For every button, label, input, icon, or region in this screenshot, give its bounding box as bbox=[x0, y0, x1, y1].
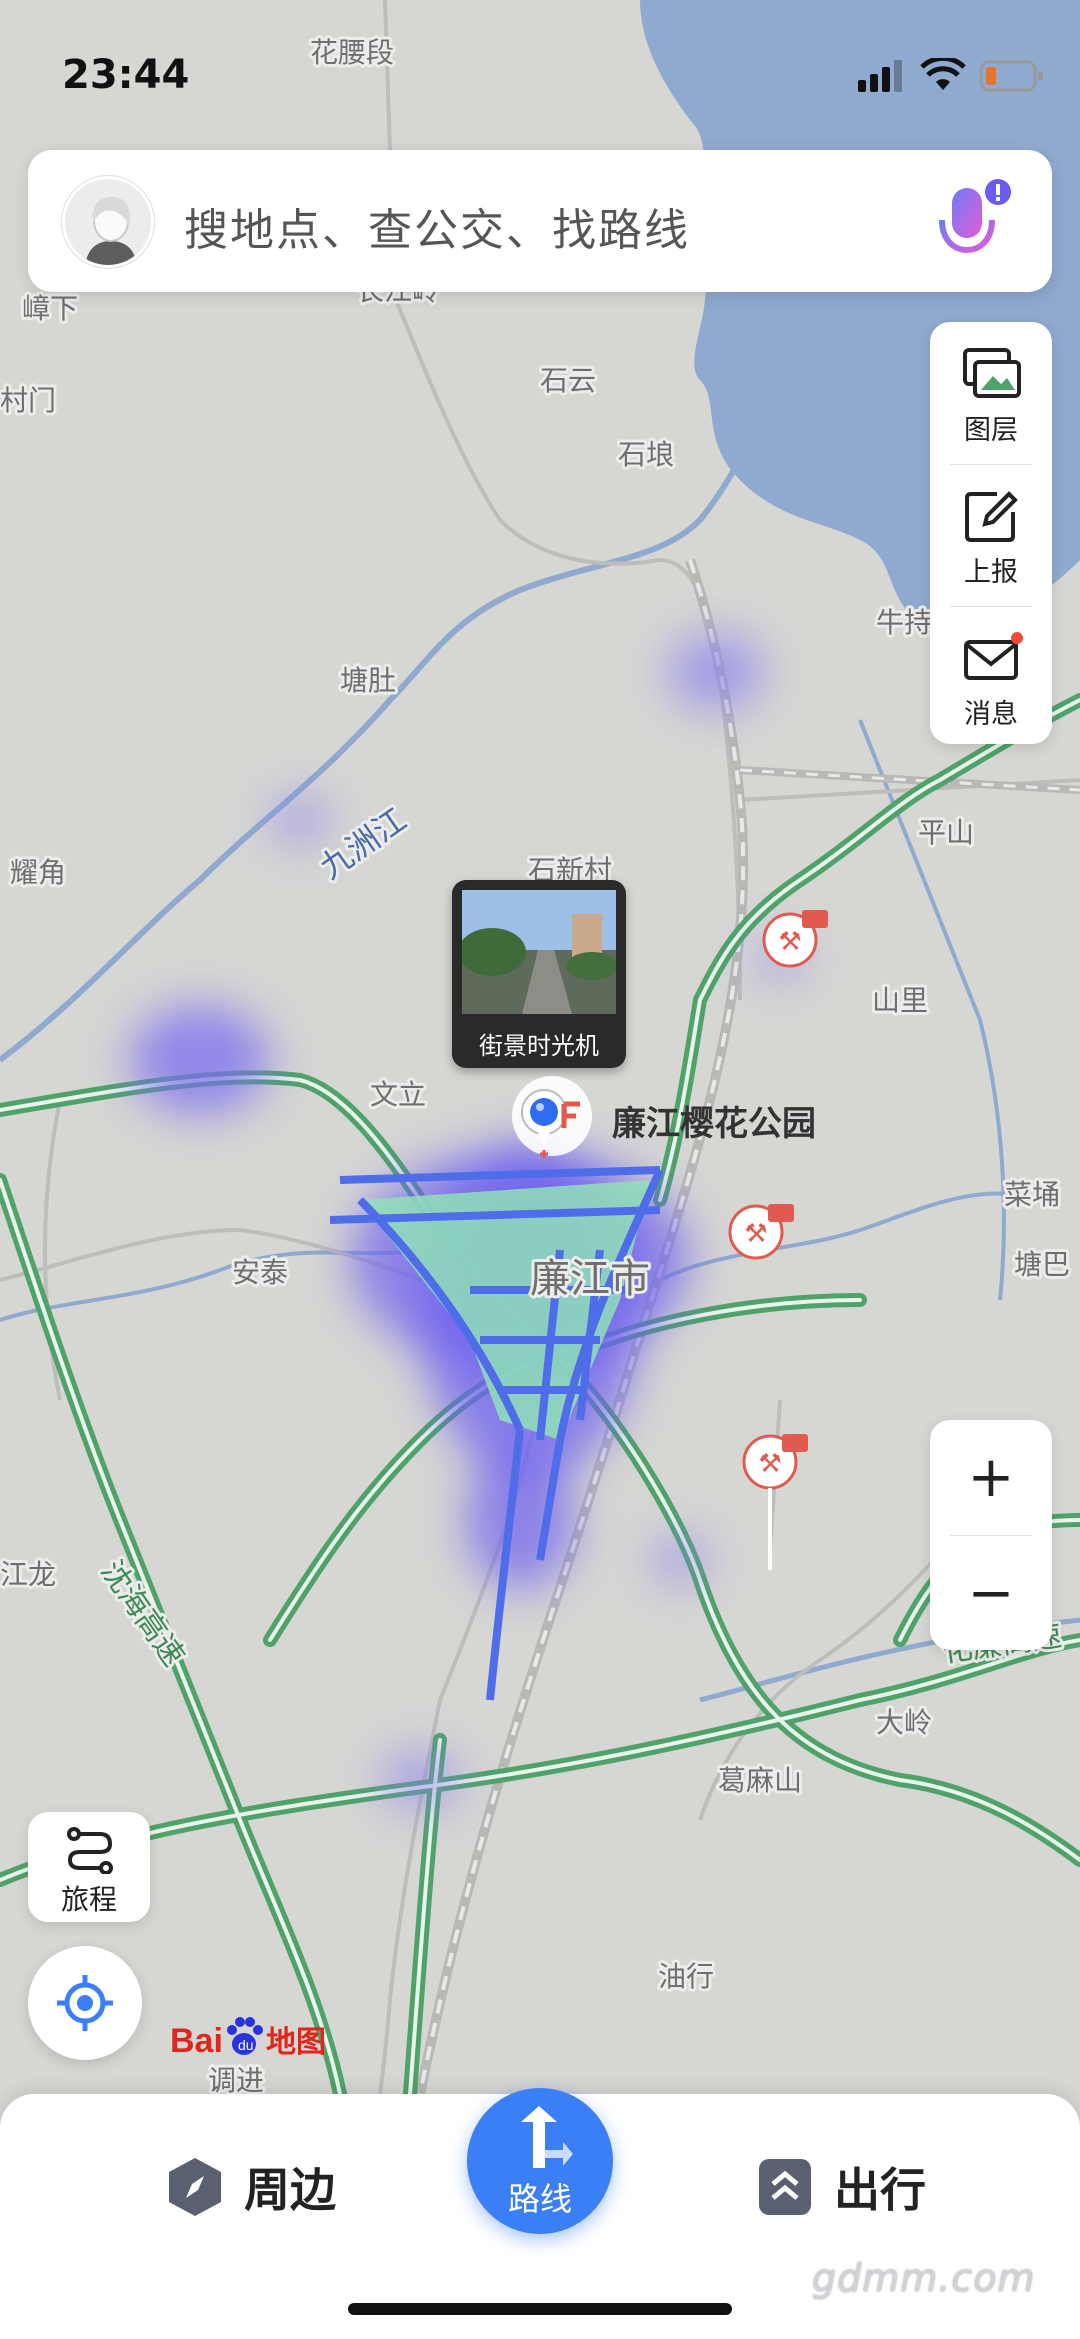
travel-button[interactable]: 出行 bbox=[756, 2152, 926, 2222]
zoom-in-button[interactable]: + bbox=[930, 1420, 1052, 1534]
compass-icon bbox=[169, 2158, 221, 2216]
label-tangdu: 塘肚 bbox=[340, 664, 396, 697]
location-pin[interactable] bbox=[508, 1072, 598, 1172]
status-time: 23:44 bbox=[62, 52, 190, 98]
wifi-icon bbox=[920, 58, 966, 90]
label-lianjiangshi: 廉江市 bbox=[530, 1256, 650, 1302]
label-niute: 牛持 bbox=[876, 606, 932, 639]
layers-label: 图层 bbox=[964, 415, 1018, 446]
street-view-label: 街景时光机 bbox=[479, 1032, 599, 1060]
crosshair-icon bbox=[57, 1975, 113, 2031]
route-arrow-icon bbox=[521, 2106, 573, 2168]
label-jianglong: 江龙 bbox=[0, 1558, 56, 1591]
microphone-icon bbox=[939, 179, 1011, 262]
street-view-thumbnail bbox=[462, 890, 616, 1014]
travel-label: 出行 bbox=[834, 2163, 926, 2217]
label-pingshan: 平山 bbox=[918, 816, 974, 849]
label-youxing: 油行 bbox=[658, 1960, 714, 1993]
svg-text:⚒: ⚒ bbox=[758, 1449, 781, 1479]
user-location-pin-icon bbox=[512, 1076, 592, 1158]
label-gemashan: 葛麻山 bbox=[718, 1764, 802, 1797]
report-button[interactable]: 上报 bbox=[930, 464, 1052, 604]
status-bar: 23:44 bbox=[0, 0, 1080, 150]
label-wenli: 文立 bbox=[370, 1078, 426, 1111]
locate-me-button[interactable] bbox=[28, 1946, 142, 2060]
map-tools-panel: 图层 上报 消息 bbox=[930, 322, 1052, 744]
search-bar[interactable]: 搜地点、查公交、找路线 bbox=[28, 150, 1052, 292]
label-antai: 安泰 bbox=[232, 1256, 288, 1289]
mail-icon bbox=[964, 632, 1023, 680]
trip-route-icon bbox=[67, 1827, 113, 1874]
street-view-card[interactable]: 街景时光机 bbox=[452, 880, 626, 1068]
label-shilang: 石埌 bbox=[618, 438, 674, 471]
label-tiaojin: 调进 bbox=[208, 2064, 264, 2097]
avatar-icon bbox=[65, 179, 151, 265]
label-daling: 大岭 bbox=[876, 1706, 932, 1739]
watermark: gdmm.com bbox=[812, 2256, 1036, 2300]
signal-icon bbox=[858, 60, 902, 92]
svg-text:⚒: ⚒ bbox=[778, 927, 801, 957]
nearby-label: 周边 bbox=[244, 2163, 336, 2217]
route-button[interactable]: 路线 bbox=[467, 2088, 613, 2234]
layers-button[interactable]: 图层 bbox=[930, 322, 1052, 462]
trip-button[interactable]: 旅程 bbox=[28, 1812, 150, 1922]
search-input[interactable]: 搜地点、查公交、找路线 bbox=[184, 194, 690, 258]
report-label: 上报 bbox=[964, 557, 1018, 588]
avatar[interactable] bbox=[62, 176, 154, 268]
label-shanli: 山里 bbox=[872, 984, 928, 1017]
svg-text:Bai: Bai bbox=[170, 2022, 223, 2060]
label-zhangxia: 嶂下 bbox=[22, 292, 78, 325]
voice-search-button[interactable] bbox=[924, 174, 1016, 274]
label-shiyun: 石云 bbox=[540, 364, 596, 397]
battery-icon bbox=[980, 60, 1043, 92]
travel-chevrons-icon bbox=[759, 2159, 811, 2215]
poi-name-label[interactable]: 廉江樱花公园 bbox=[612, 1096, 816, 1145]
messages-label: 消息 bbox=[964, 699, 1018, 730]
svg-text:⚒: ⚒ bbox=[744, 1219, 767, 1249]
label-hunmen: 村门 bbox=[0, 384, 56, 417]
label-tangba: 塘巴 bbox=[1014, 1248, 1070, 1281]
route-label: 路线 bbox=[507, 2180, 572, 2218]
zoom-out-button[interactable]: − bbox=[930, 1536, 1052, 1650]
edit-report-icon bbox=[965, 491, 1018, 542]
label-yaojiao: 耀角 bbox=[10, 856, 66, 889]
trip-label: 旅程 bbox=[60, 1883, 117, 1916]
messages-button[interactable]: 消息 bbox=[930, 606, 1052, 746]
svg-text:du: du bbox=[238, 2037, 254, 2053]
layers-icon bbox=[963, 348, 1021, 398]
svg-text:地图: 地图 bbox=[266, 2025, 326, 2060]
label-caipu: 菜埇 bbox=[1004, 1178, 1060, 1211]
home-indicator[interactable] bbox=[348, 2303, 732, 2315]
zoom-controls: + − bbox=[930, 1420, 1052, 1650]
baidu-map-logo: Bai du 地图 bbox=[170, 2017, 326, 2060]
nearby-button[interactable]: 周边 bbox=[166, 2152, 336, 2222]
